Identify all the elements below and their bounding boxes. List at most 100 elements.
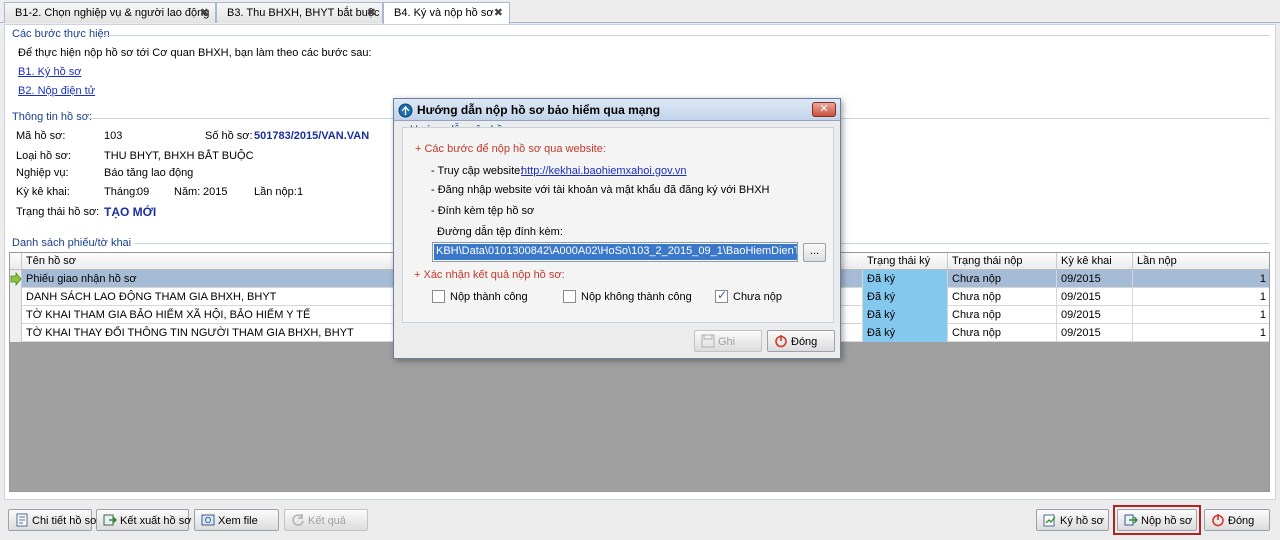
success-checkbox[interactable] xyxy=(432,290,445,303)
access-label: - Truy cập website: xyxy=(431,165,524,177)
browse-button[interactable]: ... xyxy=(803,243,826,262)
cell-submit: Chưa nộp xyxy=(948,270,1057,288)
details-button[interactable]: Chi tiết hồ sơ xyxy=(8,509,97,531)
section-steps: + Các bước để nộp hồ sơ qua website: xyxy=(415,143,606,155)
divider xyxy=(104,35,1270,36)
dialog-title: Hướng dẫn nộp hồ sơ bảo hiểm qua mạng xyxy=(417,103,661,117)
row-header xyxy=(10,324,22,342)
attach-instruction: - Đính kèm tệp hồ sơ xyxy=(431,205,535,217)
button-label: Chi tiết hồ sơ xyxy=(32,515,98,527)
close-icon[interactable]: ✖ xyxy=(494,6,503,19)
col-header-sign[interactable]: Trạng thái ký xyxy=(863,253,948,270)
login-instruction: - Đăng nhập website với tài khoản và mật… xyxy=(431,184,770,196)
close-button[interactable]: Đóng xyxy=(1204,509,1270,531)
button-label: Đóng xyxy=(791,336,818,348)
steps-legend: Các bước thực hiện xyxy=(12,28,110,40)
attachment-path-input[interactable]: KBH\Data\0101300842\A000A02\HoSo\103_2_2… xyxy=(432,242,798,262)
app-logo-icon xyxy=(398,103,413,118)
list-legend: Danh sách phiếu/tờ khai xyxy=(12,237,132,249)
step-sign-link[interactable]: B1. Ký hồ sơ xyxy=(18,66,81,78)
section-confirm: + Xác nhận kết quả nộp hồ sơ: xyxy=(414,269,565,281)
col-header-period[interactable]: Kỳ kê khai xyxy=(1057,253,1133,270)
button-label: Ghi xyxy=(718,336,736,348)
nam-label: Năm: xyxy=(174,186,201,198)
dialog-titlebar[interactable]: Hướng dẫn nộp hồ sơ bảo hiểm qua mạng ✕ xyxy=(394,99,840,121)
document-icon xyxy=(16,513,28,527)
loai-value: THU BHYT, BHXH BẮT BUỘC xyxy=(104,150,254,162)
path-value: KBH\Data\0101300842\A000A02\HoSo\103_2_2… xyxy=(434,244,797,260)
nam-value: 2015 xyxy=(203,186,228,198)
tab-b3[interactable]: B3. Thu BHXH, BHYT bắt buộc ✖ xyxy=(216,2,383,23)
sign-icon xyxy=(1043,514,1056,527)
path-label: Đường dẫn tệp đính kèm: xyxy=(437,226,563,238)
export-button[interactable]: Kết xuất hồ sơ xyxy=(96,509,191,531)
nv-value: Báo tăng lao động xyxy=(104,167,194,179)
cell-submit: Chưa nộp xyxy=(948,288,1057,306)
submit-guide-dialog: Hướng dẫn nộp hồ sơ bảo hiểm qua mạng ✕ … xyxy=(393,98,841,359)
failed-label: Nộp không thành công xyxy=(581,291,692,303)
refresh-icon xyxy=(292,514,304,526)
cell-times: 1 xyxy=(1133,306,1269,324)
col-header-submit[interactable]: Trạng thái nộp xyxy=(948,253,1057,270)
cell-sign: Đã ký xyxy=(863,306,948,324)
info-legend: Thông tin hồ sơ: xyxy=(12,111,92,123)
cell-submit: Chưa nộp xyxy=(948,306,1057,324)
lan-value: 1 xyxy=(297,186,304,198)
close-icon[interactable]: ✕ xyxy=(812,102,836,117)
power-icon xyxy=(775,335,787,348)
row-header xyxy=(10,288,22,306)
so-label: Số hồ sơ: xyxy=(205,130,253,142)
button-label: Đóng xyxy=(1228,515,1255,527)
steps-intro: Để thực hiện nộp hồ sơ tới Cơ quan BHXH,… xyxy=(18,47,372,59)
not-submitted-label: Chưa nộp xyxy=(733,291,782,303)
button-label: Kết quả xyxy=(308,515,346,527)
tab-label: B1-2. Chọn nghiệp vụ & người lao động xyxy=(15,7,210,19)
tab-b1-2[interactable]: B1-2. Chọn nghiệp vụ & người lao động ✖ xyxy=(4,2,216,23)
cell-submit: Chưa nộp xyxy=(948,324,1057,342)
export-icon xyxy=(103,514,117,526)
loai-label: Loại hồ sơ: xyxy=(16,150,71,162)
status-badge: TẠO MỚI xyxy=(104,205,157,219)
not-submitted-checkbox[interactable] xyxy=(715,288,728,303)
thang-label: Tháng: xyxy=(104,186,139,198)
col-header-times[interactable]: Lần nộp xyxy=(1133,253,1269,270)
power-icon xyxy=(1212,514,1224,527)
cell-sign: Đã ký xyxy=(863,270,948,288)
submit-button[interactable]: Nộp hồ sơ xyxy=(1117,509,1197,531)
close-icon[interactable]: ✖ xyxy=(200,6,209,19)
website-link[interactable]: http://kekhai.baohiemxahoi.gov.vn xyxy=(521,165,687,177)
thang-value: 09 xyxy=(137,186,150,198)
ma-value: 103 xyxy=(104,130,123,142)
cell-period: 09/2015 xyxy=(1057,306,1133,324)
tab-label: B4. Ký và nộp hồ sơ xyxy=(394,7,494,19)
cell-sign: Đã ký xyxy=(863,324,948,342)
button-label: Xem file xyxy=(218,515,258,527)
cell-period: 09/2015 xyxy=(1057,288,1133,306)
save-button[interactable]: Ghi xyxy=(694,330,762,352)
arrow-right-icon xyxy=(10,271,22,287)
cell-period: 09/2015 xyxy=(1057,270,1133,288)
nv-label: Nghiệp vụ: xyxy=(16,167,69,179)
tab-label: B3. Thu BHXH, BHYT bắt buộc xyxy=(227,7,380,19)
result-button[interactable]: Kết quả xyxy=(284,509,368,531)
close-icon[interactable]: ✖ xyxy=(367,6,376,19)
lan-label: Lần nộp: xyxy=(254,186,297,198)
tab-b4[interactable]: B4. Ký và nộp hồ sơ ✖ xyxy=(383,2,510,24)
step-submit-link[interactable]: B2. Nộp điện tử xyxy=(18,85,95,97)
ma-label: Mã hồ sơ: xyxy=(16,130,66,142)
button-label: Nộp hồ sơ xyxy=(1141,515,1193,527)
grid-corner xyxy=(10,253,22,270)
submit-icon xyxy=(1124,514,1138,526)
tt-label: Trạng thái hồ sơ: xyxy=(16,206,100,218)
button-label: Ký hồ sơ xyxy=(1060,515,1104,527)
failed-checkbox[interactable] xyxy=(563,290,576,303)
view-file-icon xyxy=(201,514,215,526)
row-header xyxy=(10,270,22,288)
view-file-button[interactable]: Xem file xyxy=(194,509,279,531)
dialog-close-button[interactable]: Đóng xyxy=(767,330,835,352)
sign-button[interactable]: Ký hồ sơ xyxy=(1036,509,1109,531)
tab-bar: B1-2. Chọn nghiệp vụ & người lao động ✖ … xyxy=(0,0,1280,24)
cell-sign: Đã ký xyxy=(863,288,948,306)
ky-label: Kỳ kê khai: xyxy=(16,186,70,198)
cell-times: 1 xyxy=(1133,324,1269,342)
